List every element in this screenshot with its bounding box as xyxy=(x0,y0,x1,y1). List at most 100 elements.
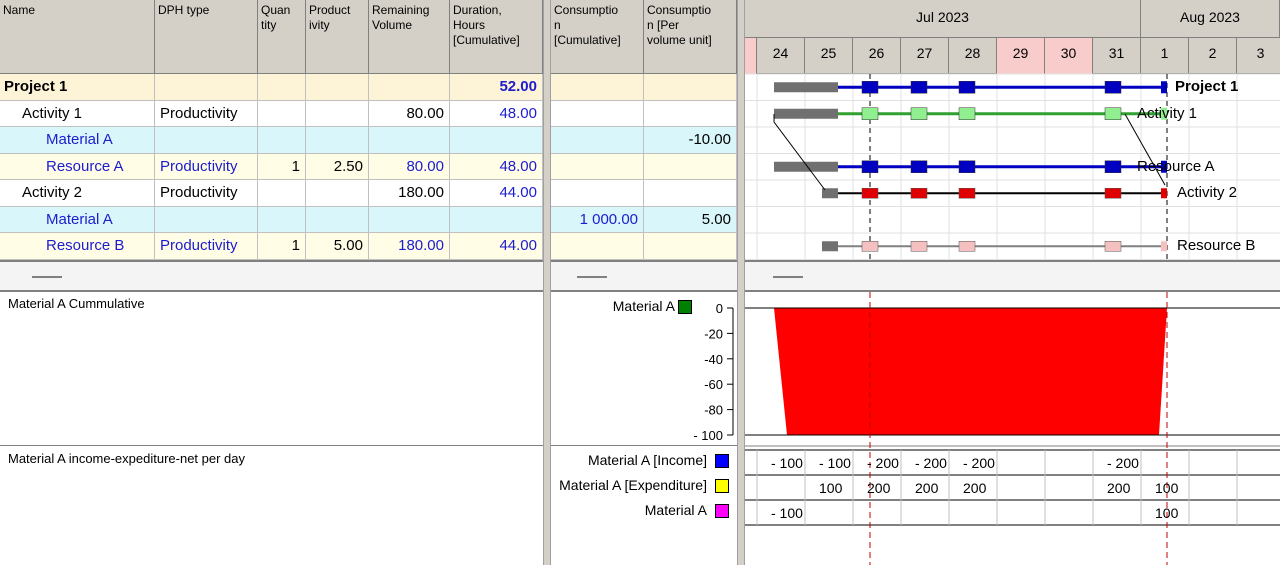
cell-vol[interactable]: 80.00 xyxy=(369,153,450,179)
cell-vol[interactable]: 180.00 xyxy=(369,180,450,206)
col-header-quantity[interactable]: Quan tity xyxy=(258,0,306,74)
cell-dph[interactable]: Productivity xyxy=(155,153,258,179)
gantt-bar-chunk xyxy=(861,241,879,252)
cell-cunit[interactable] xyxy=(644,100,737,126)
table-row[interactable]: Project 1 52.00 xyxy=(0,74,543,101)
gantt-bar-chunk xyxy=(1104,241,1122,252)
cell-dph[interactable] xyxy=(155,206,258,232)
cell-qty[interactable] xyxy=(258,100,306,126)
cell-cunit[interactable]: 5.00 xyxy=(644,206,737,232)
consumption-header: Consumptio n [Cumulative] Consumptio n [… xyxy=(551,0,737,74)
cell-qty[interactable]: 1 xyxy=(258,153,306,179)
consumption-row[interactable] xyxy=(551,233,737,260)
table-row[interactable]: Activity 2 Productivity 180.00 44.00 xyxy=(0,180,543,207)
pane-separator[interactable] xyxy=(745,260,1280,292)
gantt-bar-chunk xyxy=(910,160,928,173)
cell-qty[interactable] xyxy=(258,180,306,206)
cell-name[interactable]: Activity 1 xyxy=(0,100,155,126)
daily-legend-label: Material A [Expenditure] xyxy=(559,477,707,493)
table-row[interactable]: Resource B Productivity 1 5.00 180.00 44.00 xyxy=(0,233,543,260)
cell-qty[interactable] xyxy=(258,74,306,100)
consumption-row[interactable] xyxy=(551,74,737,101)
cell-cunit[interactable] xyxy=(644,233,737,259)
cell-name[interactable]: Project 1 xyxy=(0,74,155,100)
table-row[interactable]: Material A xyxy=(0,127,543,154)
cell-qty[interactable]: 1 xyxy=(258,233,306,259)
daily-value: 100 xyxy=(1155,505,1179,521)
consumption-row[interactable] xyxy=(551,180,737,207)
cell-dur[interactable]: 44.00 xyxy=(450,233,543,259)
consumption-row[interactable] xyxy=(551,153,737,180)
cell-name[interactable]: Resource B xyxy=(0,233,155,259)
cell-dur[interactable]: 52.00 xyxy=(450,74,543,100)
consumption-row[interactable] xyxy=(551,100,737,127)
pane-separator[interactable] xyxy=(551,260,737,292)
gantt-label: Activity 2 xyxy=(1177,184,1238,201)
cell-prod[interactable] xyxy=(306,127,369,153)
cell-ccum[interactable] xyxy=(551,233,644,259)
cell-dph[interactable] xyxy=(155,74,258,100)
cell-qty[interactable] xyxy=(258,206,306,232)
daily-legend-area: Material A [Income] Material A [Expenditu… xyxy=(551,447,737,565)
gantt-bar-chunk xyxy=(910,188,928,199)
cell-name[interactable]: Activity 2 xyxy=(0,180,155,206)
cell-ccum[interactable] xyxy=(551,74,644,100)
cell-vol[interactable]: 180.00 xyxy=(369,233,450,259)
cell-name[interactable]: Resource A xyxy=(0,153,155,179)
col-header-dph-type[interactable]: DPH type xyxy=(155,0,258,74)
gantt-bar-chunk xyxy=(958,81,976,94)
cell-dur[interactable] xyxy=(450,206,543,232)
cell-dur[interactable]: 48.00 xyxy=(450,100,543,126)
table-row[interactable]: Activity 1 Productivity 80.00 48.00 xyxy=(0,100,543,127)
col-header-consumption-per-unit[interactable]: Consumptio n [Per volume unit] xyxy=(644,0,737,74)
vertical-splitter-right[interactable] xyxy=(737,0,745,565)
cell-dur[interactable]: 48.00 xyxy=(450,153,543,179)
cell-ccum[interactable] xyxy=(551,100,644,126)
cell-ccum[interactable] xyxy=(551,153,644,179)
cell-vol[interactable] xyxy=(369,74,450,100)
cell-cunit[interactable] xyxy=(644,180,737,206)
cell-prod[interactable] xyxy=(306,180,369,206)
col-header-remaining-volume[interactable]: Remaining Volume xyxy=(369,0,450,74)
col-header-name[interactable]: Name xyxy=(0,0,155,74)
col-header-duration[interactable]: Duration, Hours [Cumulative] xyxy=(450,0,543,74)
cell-cunit[interactable] xyxy=(644,74,737,100)
cell-name[interactable]: Material A xyxy=(0,206,155,232)
cell-name[interactable]: Material A xyxy=(0,127,155,153)
cell-dph[interactable] xyxy=(155,127,258,153)
cell-dur[interactable]: 44.00 xyxy=(450,180,543,206)
col-header-productivity[interactable]: Product ivity xyxy=(306,0,369,74)
table-row[interactable]: Resource A Productivity 1 2.50 80.00 48.00 xyxy=(0,153,543,180)
y-tick-label: -80 xyxy=(704,403,723,418)
daily-value: - 200 xyxy=(867,455,899,471)
cell-dph[interactable]: Productivity xyxy=(155,100,258,126)
table-row[interactable]: Material A xyxy=(0,206,543,233)
cell-ccum[interactable]: 1 000.00 xyxy=(551,206,644,232)
gantt-bar-end xyxy=(1161,188,1167,199)
daily-value: - 200 xyxy=(963,455,995,471)
cell-dur[interactable] xyxy=(450,127,543,153)
cell-prod[interactable] xyxy=(306,206,369,232)
cell-qty[interactable] xyxy=(258,127,306,153)
cell-ccum[interactable] xyxy=(551,180,644,206)
vertical-splitter-left[interactable] xyxy=(543,0,551,565)
cell-prod[interactable] xyxy=(306,100,369,126)
cell-vol[interactable]: 80.00 xyxy=(369,100,450,126)
pane-separator[interactable] xyxy=(0,260,543,292)
gantt-bar-chunk xyxy=(1104,188,1122,199)
cell-vol[interactable] xyxy=(369,127,450,153)
consumption-row[interactable]: 1 000.00 5.00 xyxy=(551,206,737,233)
cell-dph[interactable]: Productivity xyxy=(155,180,258,206)
cell-prod[interactable] xyxy=(306,74,369,100)
cell-prod[interactable]: 5.00 xyxy=(306,233,369,259)
cell-prod[interactable]: 2.50 xyxy=(306,153,369,179)
cell-cunit[interactable]: -10.00 xyxy=(644,127,737,153)
cell-ccum[interactable] xyxy=(551,127,644,153)
daily-legend-swatch xyxy=(715,454,729,468)
cell-vol[interactable] xyxy=(369,206,450,232)
cell-dph[interactable]: Productivity xyxy=(155,233,258,259)
consumption-row[interactable]: -10.00 xyxy=(551,127,737,154)
cumulative-axis-area: Material A 0 -20 -40 -60 -80- 100 xyxy=(551,292,737,446)
cell-cunit[interactable] xyxy=(644,153,737,179)
col-header-consumption-cumulative[interactable]: Consumptio n [Cumulative] xyxy=(551,0,644,74)
